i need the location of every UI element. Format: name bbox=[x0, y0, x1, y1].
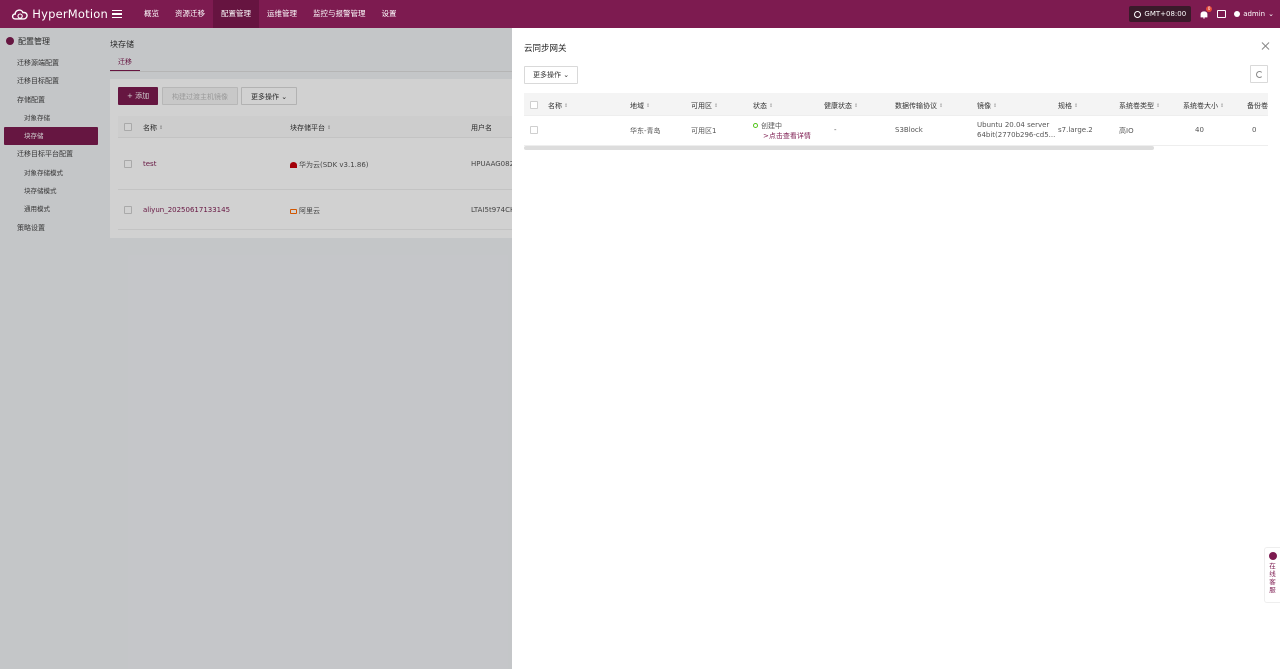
column-name[interactable]: 名称 ⇕ bbox=[548, 101, 568, 111]
table-row[interactable]: 华东-青岛 可用区1 创建中 >点击查看详情 - S3Block Ubuntu … bbox=[524, 116, 1268, 146]
row-checkbox[interactable] bbox=[530, 126, 538, 134]
column-zone[interactable]: 可用区 ⇕ bbox=[691, 101, 718, 111]
drawer-more-actions-label: 更多操作 bbox=[533, 71, 561, 79]
service-char: 在 bbox=[1269, 562, 1276, 570]
sort-icon: ⇕ bbox=[1220, 103, 1225, 109]
row-backup: 0 bbox=[1252, 126, 1257, 134]
select-all-checkbox[interactable] bbox=[530, 101, 538, 109]
timezone-label: GMT+08:00 bbox=[1144, 10, 1187, 18]
nav-monitoring-alerts[interactable]: 监控与报警管理 bbox=[305, 0, 374, 28]
notification-count: 0 bbox=[1206, 6, 1213, 12]
sort-icon: ⇕ bbox=[1074, 103, 1079, 109]
headset-icon bbox=[1268, 552, 1277, 560]
column-protocol[interactable]: 数据传输协议 ⇕ bbox=[895, 101, 943, 111]
service-char: 客 bbox=[1269, 578, 1276, 586]
column-region[interactable]: 地域 ⇕ bbox=[630, 101, 650, 111]
chevron-down-icon: ⌄ bbox=[563, 71, 570, 79]
nav-settings[interactable]: 设置 bbox=[374, 0, 405, 28]
sort-icon: ⇕ bbox=[1156, 103, 1161, 109]
row-spec: s7.large.2 bbox=[1058, 126, 1093, 134]
hamburger-menu-icon[interactable] bbox=[112, 8, 122, 20]
user-icon bbox=[1234, 11, 1241, 17]
column-backup[interactable]: 备份卷 bbox=[1247, 101, 1268, 111]
main-nav: 概览 资源迁移 配置管理 运维管理 监控与报警管理 设置 bbox=[136, 0, 405, 28]
refresh-icon bbox=[1255, 70, 1263, 78]
online-service-widget[interactable]: 在 线 客 服 bbox=[1264, 547, 1280, 603]
logo[interactable]: HyperMotion bbox=[0, 4, 108, 24]
sort-icon: ⇕ bbox=[769, 103, 774, 109]
drawer-more-actions-button[interactable]: 更多操作 ⌄ bbox=[524, 66, 579, 84]
report-icon[interactable] bbox=[1217, 10, 1227, 18]
app-name: HyperMotion bbox=[32, 7, 108, 21]
service-char: 线 bbox=[1269, 570, 1276, 578]
nav-overview[interactable]: 概览 bbox=[136, 0, 167, 28]
modal-overlay[interactable] bbox=[0, 28, 512, 669]
cloud-gateway-drawer: 云同步网关 更多操作 ⌄ 名称 ⇕ 地域 ⇕ 可用区 ⇕ 状态 ⇕ 健康状态 ⇕ 数据传输… bbox=[512, 28, 1280, 669]
cloud-logo-icon bbox=[11, 9, 28, 20]
chevron-down-icon: ⌄ bbox=[1268, 10, 1274, 18]
row-zone: 可用区1 bbox=[691, 127, 717, 135]
service-char: 服 bbox=[1269, 586, 1276, 594]
sort-icon: ⇕ bbox=[939, 103, 944, 109]
close-icon[interactable] bbox=[1261, 42, 1269, 50]
column-status[interactable]: 状态 ⇕ bbox=[753, 101, 773, 111]
gateway-table-header: 名称 ⇕ 地域 ⇕ 可用区 ⇕ 状态 ⇕ 健康状态 ⇕ 数据传输协议 ⇕ 镜像 ⇕ 规格 ⇕ 系… bbox=[524, 93, 1268, 116]
sort-icon: ⇕ bbox=[854, 103, 859, 109]
view-details-link[interactable]: >点击查看详情 bbox=[763, 131, 811, 141]
top-bar: HyperMotion 概览 资源迁移 配置管理 运维管理 监控与报警管理 设置… bbox=[0, 0, 1280, 28]
nav-config-management[interactable]: 配置管理 bbox=[213, 0, 259, 28]
sort-icon: ⇕ bbox=[714, 103, 719, 109]
sort-icon: ⇕ bbox=[646, 103, 651, 109]
row-status: 创建中 bbox=[753, 121, 782, 131]
user-menu[interactable]: admin ⌄ bbox=[1234, 10, 1274, 18]
column-disk-size[interactable]: 系统卷大小 ⇕ bbox=[1183, 101, 1224, 111]
notification-bell-icon[interactable]: 0 bbox=[1199, 6, 1213, 19]
row-region: 华东-青岛 bbox=[630, 127, 661, 135]
row-protocol: S3Block bbox=[895, 126, 923, 134]
timezone-badge[interactable]: GMT+08:00 bbox=[1129, 6, 1192, 22]
row-disk-size: 40 bbox=[1195, 126, 1204, 134]
horizontal-scrollbar[interactable] bbox=[524, 146, 1154, 150]
clock-icon bbox=[1134, 10, 1142, 18]
header-tools: GMT+08:00 0 admin ⌄ bbox=[1129, 0, 1274, 28]
refresh-button[interactable] bbox=[1250, 65, 1268, 83]
row-image-line1: Ubuntu 20.04 server bbox=[977, 121, 1050, 129]
nav-resource-migration[interactable]: 资源迁移 bbox=[167, 0, 213, 28]
sort-icon: ⇕ bbox=[993, 103, 998, 109]
sort-icon: ⇕ bbox=[564, 103, 569, 109]
nav-ops-management[interactable]: 运维管理 bbox=[259, 0, 305, 28]
row-disk-type: 高IO bbox=[1119, 127, 1134, 135]
status-loading-icon bbox=[753, 123, 758, 128]
row-image-line2: 64bit(2770b296-cd5... bbox=[977, 131, 1056, 139]
column-disk-type[interactable]: 系统卷类型 ⇕ bbox=[1119, 101, 1160, 111]
row-health: - bbox=[834, 126, 837, 134]
column-health[interactable]: 健康状态 ⇕ bbox=[824, 101, 858, 111]
drawer-title: 云同步网关 bbox=[524, 44, 567, 54]
username: admin bbox=[1243, 10, 1266, 18]
column-spec[interactable]: 规格 ⇕ bbox=[1058, 101, 1078, 111]
column-image[interactable]: 镜像 ⇕ bbox=[977, 101, 997, 111]
